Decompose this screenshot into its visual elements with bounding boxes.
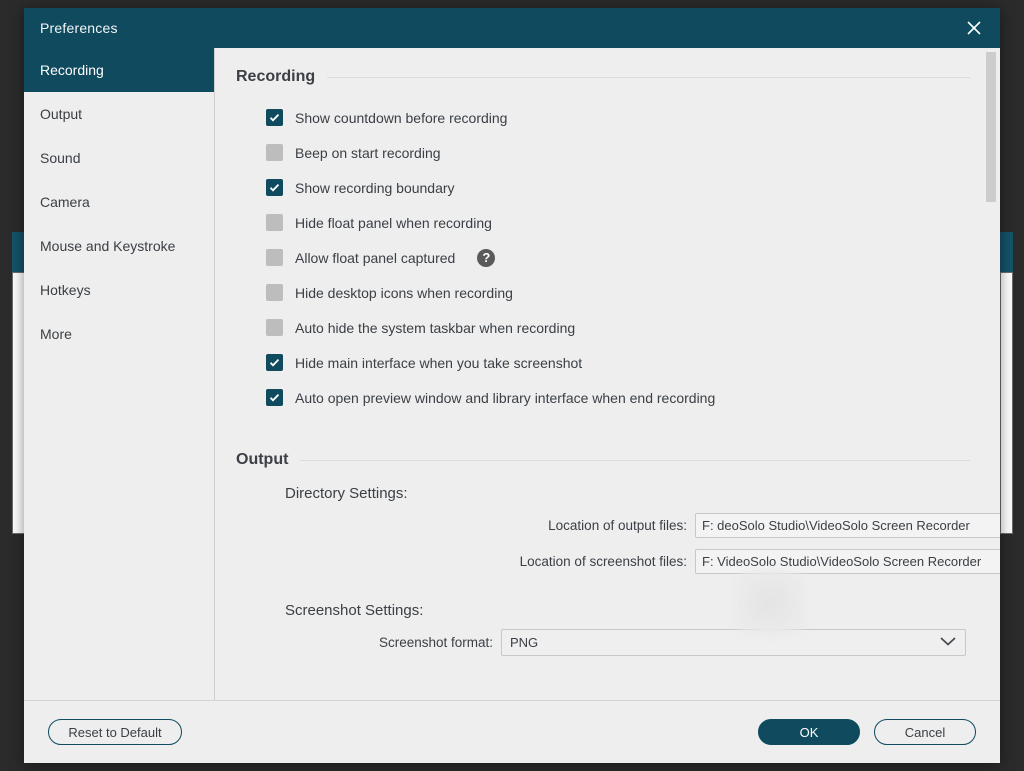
output-section-header: Output (236, 451, 970, 469)
screenshot-format-value: PNG (510, 634, 539, 650)
checkbox-row-allow-float-panel-captured[interactable]: Allow float panel captured ? (266, 240, 970, 275)
checkbox-row-auto-hide-taskbar[interactable]: Auto hide the system taskbar when record… (266, 310, 970, 345)
checkbox-label: Auto open preview window and library int… (295, 389, 716, 406)
help-circle-icon[interactable]: ? (477, 248, 496, 267)
checkbox-label: Show countdown before recording (295, 109, 508, 126)
checkbox-row-hide-main-interface[interactable]: Hide main interface when you take screen… (266, 345, 970, 380)
cancel-button[interactable]: Cancel (874, 719, 976, 745)
screenshot-format-select[interactable]: PNG (501, 628, 966, 656)
dialog-title: Preferences (40, 20, 118, 36)
checkbox-row-auto-open-preview[interactable]: Auto open preview window and library int… (266, 380, 970, 415)
sidebar-nav: Recording Output Sound Camera Mouse and … (24, 48, 215, 700)
settings-content: Recording Show countdown before recordin… (215, 48, 1000, 700)
sidebar-item-output[interactable]: Output (24, 92, 214, 136)
desktop-backdrop: Preferences Recording Output Sound Camer… (0, 0, 1024, 771)
output-section-title: Output (236, 451, 289, 468)
sidebar-item-more[interactable]: More (24, 312, 214, 356)
output-section: Output Directory Settings: Location of o… (236, 451, 1000, 657)
screenshot-files-row: Location of screenshot files: F: VideoSo… (236, 546, 1000, 576)
checkbox-icon[interactable] (266, 249, 283, 266)
screenshot-format-label: Screenshot format: (378, 634, 493, 650)
section-divider (327, 76, 970, 78)
dialog-footer: Reset to Default OK Cancel (24, 701, 1000, 763)
checkbox-label: Hide float panel when recording (295, 214, 492, 231)
sidebar-item-recording[interactable]: Recording (24, 48, 214, 92)
dialog-body: Recording Output Sound Camera Mouse and … (24, 48, 1000, 701)
checkbox-icon[interactable] (266, 284, 283, 301)
screenshot-files-label: Location of screenshot files: (519, 553, 687, 569)
checkbox-row-show-countdown[interactable]: Show countdown before recording (266, 100, 970, 135)
output-files-label: Location of output files: (548, 517, 687, 533)
screenshot-format-row: Screenshot format: PNG (236, 627, 970, 657)
checkbox-label: Hide main interface when you take screen… (295, 354, 583, 371)
sidebar-item-label: Recording (40, 62, 104, 78)
checkbox-icon[interactable] (266, 109, 283, 126)
output-files-input[interactable]: F: deoSolo Studio\VideoSolo Screen Recor… (695, 512, 1000, 538)
checkbox-row-hide-desktop-icons[interactable]: Hide desktop icons when recording (266, 275, 970, 310)
checkbox-label: Allow float panel captured (295, 249, 456, 266)
sidebar-item-label: Camera (40, 194, 90, 210)
sidebar-item-label: Mouse and Keystroke (40, 238, 176, 254)
recording-section-header: Recording (236, 68, 970, 86)
reset-to-default-button[interactable]: Reset to Default (48, 719, 182, 745)
checkbox-label: Beep on start recording (295, 144, 441, 161)
sidebar-item-label: Hotkeys (40, 282, 91, 298)
checkbox-icon[interactable] (266, 354, 283, 371)
checkbox-icon[interactable] (266, 144, 283, 161)
close-icon[interactable] (948, 8, 1000, 48)
recording-options-list: Show countdown before recording Beep on … (266, 100, 970, 415)
right-window-scrollbar-track[interactable] (1000, 272, 1013, 534)
dialog-titlebar[interactable]: Preferences (24, 8, 1000, 48)
right-window-scrollbar-thumb-top[interactable] (1000, 232, 1013, 272)
content-scrollbar-thumb[interactable] (986, 52, 996, 202)
sidebar-item-camera[interactable]: Camera (24, 180, 214, 224)
sidebar-item-label: Output (40, 106, 83, 122)
checkbox-row-show-recording-boundary[interactable]: Show recording boundary (266, 170, 970, 205)
checkbox-icon[interactable] (266, 319, 283, 336)
screenshot-files-input[interactable]: F: VideoSolo Studio\VideoSolo Screen Rec… (695, 548, 1000, 574)
sidebar-item-mouse-and-keystroke[interactable]: Mouse and Keystroke (24, 224, 214, 268)
section-divider (300, 459, 970, 461)
checkbox-label: Hide desktop icons when recording (295, 284, 513, 301)
directory-settings-label: Directory Settings: (285, 485, 408, 502)
chevron-down-icon[interactable] (939, 635, 957, 650)
screenshot-settings-label: Screenshot Settings: (285, 602, 424, 619)
sidebar-item-sound[interactable]: Sound (24, 136, 214, 180)
output-files-row: Location of output files: F: deoSolo Stu… (236, 510, 1000, 540)
checkbox-label: Show recording boundary (295, 179, 455, 196)
ok-button[interactable]: OK (758, 719, 860, 745)
preferences-dialog: Preferences Recording Output Sound Camer… (24, 8, 1000, 763)
sidebar-item-label: Sound (40, 150, 81, 166)
recording-section-title: Recording (236, 68, 316, 85)
checkbox-icon[interactable] (266, 389, 283, 406)
checkbox-row-hide-float-panel[interactable]: Hide float panel when recording (266, 205, 970, 240)
checkbox-label: Auto hide the system taskbar when record… (295, 319, 576, 336)
checkbox-icon[interactable] (266, 179, 283, 196)
sidebar-item-hotkeys[interactable]: Hotkeys (24, 268, 214, 312)
checkbox-icon[interactable] (266, 214, 283, 231)
sidebar-item-label: More (40, 326, 72, 342)
checkbox-row-beep-on-start[interactable]: Beep on start recording (266, 135, 970, 170)
